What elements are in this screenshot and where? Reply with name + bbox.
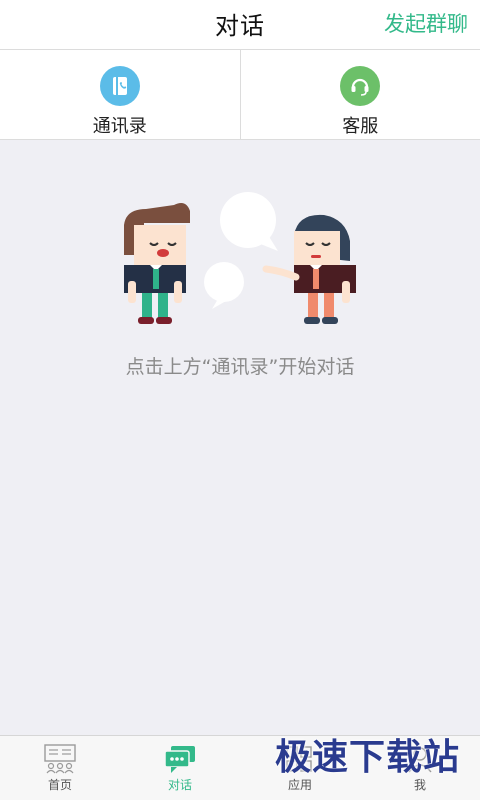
contacts-label: 通讯录 [92, 116, 147, 137]
start-group-chat-button[interactable]: 发起群聊 [384, 8, 468, 38]
speech-bubble-large [220, 192, 278, 251]
tab-conversation[interactable]: 对话 [120, 736, 240, 800]
tab-conversation-label: 对话 [167, 778, 192, 792]
speech-bubble-small [204, 262, 244, 309]
watermark: 极速下载站 [274, 737, 460, 778]
contacts-book-icon [99, 66, 140, 106]
customer-service-label: 客服 [342, 116, 379, 137]
chat-icon [163, 744, 197, 774]
woman-figure [262, 214, 356, 324]
conversation-page: 对话 发起群聊 通讯录 客服 点击上方“通讯录”开始对话 首页 对话 应用 我 … [0, 0, 480, 800]
customer-service-entry[interactable]: 客服 [239, 50, 480, 139]
tab-home-label: 首页 [47, 778, 72, 792]
home-news-icon [43, 744, 77, 774]
man-figure [124, 203, 190, 324]
top-bar: 对话 发起群聊 [0, 0, 480, 50]
headset-icon [340, 66, 381, 106]
tab-home[interactable]: 首页 [0, 736, 120, 800]
empty-state-illustration [110, 185, 370, 335]
empty-state-hint: 点击上方“通讯录”开始对话 [125, 356, 355, 378]
quick-entries: 通讯录 客服 [0, 50, 480, 140]
contacts-entry[interactable]: 通讯录 [0, 50, 240, 139]
